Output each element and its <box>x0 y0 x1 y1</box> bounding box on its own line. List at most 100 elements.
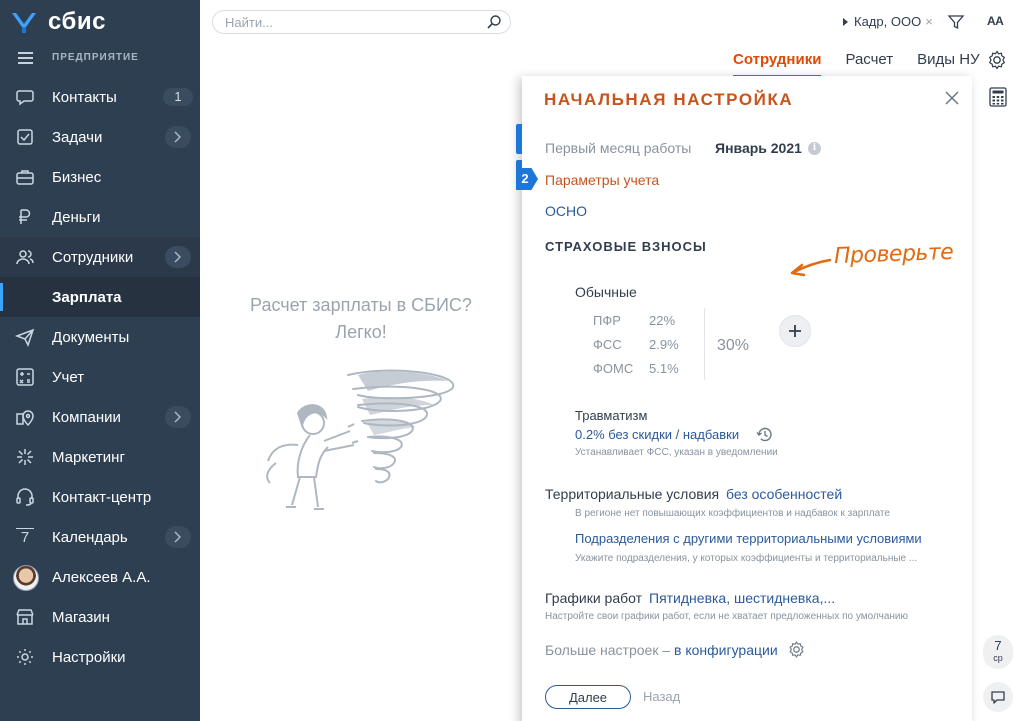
configuration-link[interactable]: в конфигурации <box>674 642 778 658</box>
money-icon <box>14 207 36 227</box>
sidebar-item-accounting[interactable]: Учет <box>0 357 200 397</box>
trauma-value-link[interactable]: 0.2% без скидки / надбавки <box>575 427 739 442</box>
trauma-label: Травматизм <box>575 408 648 423</box>
font-size-icon[interactable]: АА <box>987 14 1004 28</box>
sidebar-item-documents[interactable]: Документы <box>0 317 200 357</box>
search-input[interactable] <box>225 14 475 30</box>
rate-value: 5.1% <box>649 361 679 376</box>
enterprise-label: ПРЕДПРИЯТИЕ <box>52 51 139 63</box>
calculator-icon[interactable] <box>989 87 1007 107</box>
sidebar-item-companies[interactable]: Компании <box>0 397 200 437</box>
day-name: ср <box>993 653 1003 663</box>
logo[interactable]: сбис <box>10 6 106 38</box>
sidebar-item-label: Сотрудники <box>52 248 134 266</box>
chevron-right-icon[interactable] <box>165 406 191 428</box>
sidebar-item-label: Бизнес <box>52 168 102 186</box>
empty-state-title: Расчет зарплаты в СБИС? Легко! <box>200 292 522 346</box>
tab-employees[interactable]: Сотрудники <box>733 51 822 78</box>
step-1-marker <box>516 124 522 154</box>
info-icon[interactable]: i <box>808 142 821 155</box>
close-icon[interactable] <box>944 90 960 106</box>
step-2-number: 2 <box>516 168 538 190</box>
rate-name: ПФР <box>593 313 621 328</box>
rates-list: ПФР 22% ФСС 2.9% ФОМС 5.1% <box>593 313 689 385</box>
sidebar-item-label: Компании <box>52 408 121 426</box>
clear-company-icon[interactable]: × <box>925 14 933 29</box>
sidebar-item-calendar[interactable]: 7 Календарь <box>0 517 200 557</box>
chat-button[interactable] <box>983 682 1013 712</box>
sidebar-item-tasks[interactable]: Задачи <box>0 117 200 157</box>
sidebar-item-money[interactable]: Деньги <box>0 197 200 237</box>
territorial-note: В регионе нет повышающих коэффициентов и… <box>575 508 890 519</box>
subdivisions-link[interactable]: Подразделения с другими территориальными… <box>575 531 922 546</box>
trauma-note: Устанавливает ФСС, указан в уведомлении <box>575 447 778 458</box>
company-name: Кадр, ООО <box>854 14 922 29</box>
avatar <box>13 565 39 591</box>
burst-icon <box>14 447 36 467</box>
gear-icon[interactable] <box>986 49 1008 71</box>
history-icon[interactable] <box>756 426 773 443</box>
sidebar-item-business[interactable]: Бизнес <box>0 157 200 197</box>
empty-state-line-2: Легко! <box>335 322 387 342</box>
rate-row: ФОМС 5.1% <box>593 361 689 385</box>
step-2-label: Параметры учета <box>545 172 660 188</box>
enterprise-switch[interactable]: ПРЕДПРИЯТИЕ <box>18 49 139 65</box>
chevron-right-icon[interactable] <box>165 246 191 268</box>
sidebar-item-label: Зарплата <box>52 288 122 306</box>
calculator-icon <box>14 367 36 387</box>
sidebar-item-label: Учет <box>52 368 85 386</box>
calendar-day-badge[interactable]: 7 ср <box>983 635 1013 669</box>
first-month-value[interactable]: Январь 2021 <box>715 140 802 156</box>
sidebar-item-contact-center[interactable]: Контакт-центр <box>0 477 200 517</box>
chevron-right-icon[interactable] <box>165 526 191 548</box>
rate-name: ФОМС <box>593 361 634 376</box>
rate-name: ФСС <box>593 337 622 352</box>
triangle-right-icon <box>843 17 848 26</box>
filter-icon[interactable] <box>947 13 965 31</box>
sidebar-item-profile[interactable]: Алексеев А.А. <box>0 557 200 597</box>
chevron-right-icon[interactable] <box>165 126 191 148</box>
insurance-title: СТРАХОВЫЕ ВЗНОСЫ <box>545 239 707 254</box>
tabs: Сотрудники Расчет Виды НУ <box>733 51 1004 78</box>
tab-calculation[interactable]: Расчет <box>845 51 893 73</box>
paper-plane-icon <box>14 327 36 347</box>
territorial-label: Территориальные условия <box>545 486 720 502</box>
add-rate-button[interactable] <box>779 315 811 347</box>
sidebar-item-salary[interactable]: Зарплата <box>0 277 200 317</box>
sidebar-item-contacts[interactable]: Контакты 1 <box>0 77 200 117</box>
tax-system-link[interactable]: ОСНО <box>545 203 587 219</box>
empty-state-line-1: Расчет зарплаты в СБИС? <box>250 295 472 315</box>
rate-row: ПФР 22% <box>593 313 689 337</box>
sidebar-item-label: Магазин <box>52 608 110 626</box>
calendar-icon: 7 <box>16 528 34 546</box>
sidebar-item-shop[interactable]: Магазин <box>0 597 200 637</box>
sidebar-item-label: Алексеев А.А. <box>52 568 151 586</box>
calendar-day-number: 7 <box>20 529 30 546</box>
task-icon <box>14 127 36 147</box>
tab-tax-types[interactable]: Виды НУ <box>917 51 979 73</box>
menu-icon[interactable] <box>18 51 33 64</box>
panel-title: НАЧАЛЬНАЯ НАСТРОЙКА <box>544 90 794 109</box>
territorial-value-link[interactable]: без особенностей <box>726 486 842 502</box>
next-button[interactable]: Далее <box>545 685 631 709</box>
rate-row: ФСС 2.9% <box>593 337 689 361</box>
setup-panel: НАЧАЛЬНАЯ НАСТРОЙКА 2 Первый месяц работ… <box>516 76 972 721</box>
sidebar-item-marketing[interactable]: Маркетинг <box>0 437 200 477</box>
people-icon <box>14 247 36 267</box>
logo-text: сбис <box>48 8 106 35</box>
more-settings-label: Больше настроек – <box>545 642 671 658</box>
sidebar-item-employees[interactable]: Сотрудники <box>0 237 200 277</box>
sidebar-item-label: Контакт-центр <box>52 488 152 506</box>
day-number: 7 <box>994 638 1002 653</box>
back-button[interactable]: Назад <box>643 689 680 704</box>
search-icon[interactable] <box>486 14 502 30</box>
company-selector[interactable]: Кадр, ООО × <box>843 14 933 29</box>
sidebar-item-label: Маркетинг <box>52 448 125 466</box>
schedules-note: Настройте свои графики работ, если не хв… <box>545 611 908 622</box>
briefcase-icon <box>14 167 36 187</box>
ordinary-label: Обычные <box>575 284 637 300</box>
schedules-value-link[interactable]: Пятидневка, шестидневка,... <box>649 590 835 606</box>
chat-icon <box>14 87 36 107</box>
gear-icon[interactable] <box>787 640 806 659</box>
sidebar-item-settings[interactable]: Настройки <box>0 637 200 677</box>
